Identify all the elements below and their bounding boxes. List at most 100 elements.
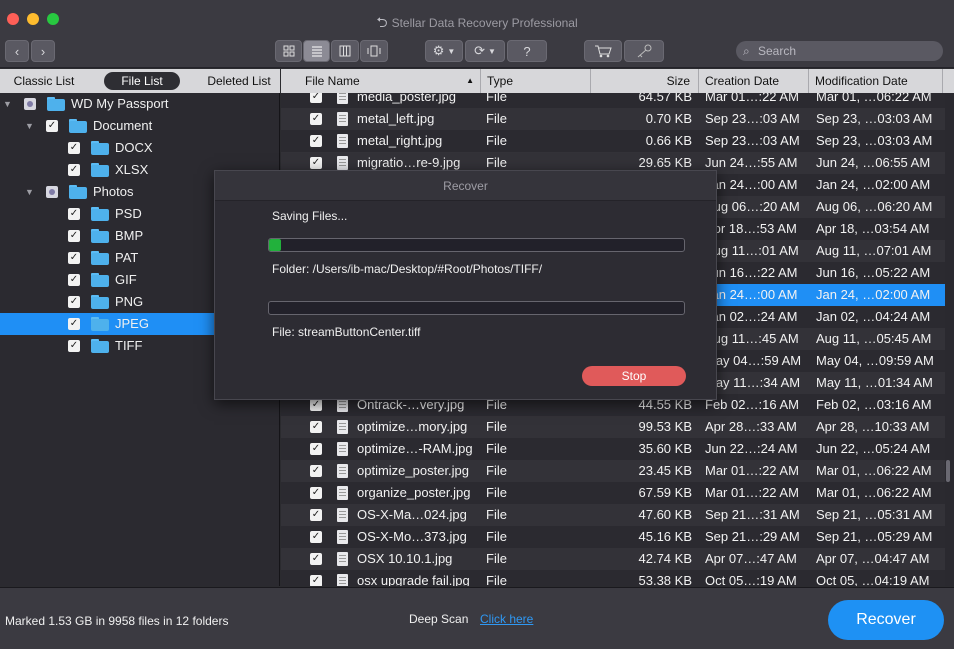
nav-forward-button[interactable]: › [31, 40, 55, 62]
tree-checkbox[interactable]: ✓ [68, 164, 80, 176]
disclosure-triangle-icon[interactable]: ▼ [25, 115, 34, 137]
row-checkbox[interactable]: ✓ [310, 465, 322, 477]
deep-scan-link[interactable]: Click here [480, 612, 533, 626]
column-header-file-name[interactable]: File Name ▲ [281, 69, 481, 93]
icon-view-button[interactable] [275, 40, 302, 62]
tree-item-label: JPEG [115, 316, 149, 331]
chevron-right-icon: › [40, 43, 46, 59]
file-name-cell: organize_poster.jpg [357, 485, 471, 500]
tree-checkbox[interactable]: ✓ [46, 120, 58, 132]
tree-checkbox[interactable]: ✓ [68, 274, 80, 286]
creation-date-cell: Apr 28…:33 AM [705, 419, 797, 434]
tree-item-wd-my-passport[interactable]: ▼ WD My Passport [0, 93, 280, 115]
row-checkbox[interactable]: ✓ [310, 509, 322, 521]
table-row[interactable]: ✓ media_poster.jpg File 64.57 KB Mar 01…:22 … [281, 93, 945, 108]
file-type-cell: File [486, 529, 507, 544]
modification-date-cell: Jan 24, …02:00 AM [816, 177, 931, 192]
tree-item-label: Photos [93, 184, 134, 199]
tree-checkbox[interactable]: ✓ [68, 318, 80, 330]
table-row[interactable]: ✓ optimize…-RAM.jpg File 35.60 KB Jun 22…:24… [281, 438, 945, 460]
table-vertical-scrollbar[interactable] [946, 460, 950, 482]
file-type-cell: File [486, 463, 507, 478]
tree-item-label: PNG [115, 294, 144, 309]
document-icon [337, 464, 348, 478]
list-view-button[interactable] [303, 40, 330, 62]
document-icon [337, 134, 348, 148]
scan-history-menu-button[interactable]: ⟳ ▼ [465, 40, 505, 62]
modification-date-cell: Sep 23, …03:03 AM [816, 133, 933, 148]
table-row[interactable]: ✓ OS-X-Mo…373.jpg File 45.16 KB Sep 21…:29 A… [281, 526, 945, 548]
folder-icon [91, 163, 109, 177]
table-row[interactable]: ✓ osx upgrade fail.jpg File 53.38 KB Oct 05…… [281, 570, 945, 586]
recover-button[interactable]: Recover [828, 600, 944, 640]
modification-date-cell: Aug 11, …05:45 AM [816, 331, 932, 346]
tree-checkbox[interactable]: ✓ [68, 230, 80, 242]
tree-checkbox[interactable] [24, 98, 36, 110]
creation-date-cell: Aug 11…:45 AM [705, 331, 799, 346]
nav-back-button[interactable]: ‹ [5, 40, 29, 62]
file-name-cell: optimize…-RAM.jpg [357, 441, 473, 456]
tab-deleted-list[interactable]: Deleted List [200, 72, 278, 90]
table-row[interactable]: ✓ metal_right.jpg File 0.66 KB Sep 23…:03 AM… [281, 130, 945, 152]
row-checkbox[interactable]: ✓ [310, 487, 322, 499]
tree-item-label: XLSX [115, 162, 149, 177]
row-checkbox[interactable]: ✓ [310, 399, 322, 411]
folder-icon [69, 119, 87, 133]
cart-icon [595, 45, 612, 58]
column-header-creation-date[interactable]: Creation Date [699, 69, 809, 93]
tab-file-list[interactable]: File List [104, 72, 180, 90]
column-view-button[interactable] [331, 40, 359, 62]
modification-date-cell: Aug 06, …06:20 AM [816, 199, 933, 214]
overall-progress-fill [269, 239, 282, 251]
stop-button[interactable]: Stop [582, 366, 686, 386]
settings-menu-button[interactable]: ⚙ ▼ [425, 40, 463, 62]
column-header-size[interactable]: Size [591, 69, 699, 93]
tree-checkbox[interactable] [46, 186, 58, 198]
creation-date-cell: Mar 01…:22 AM [705, 485, 799, 500]
disclosure-triangle-icon[interactable]: ▼ [3, 93, 12, 115]
table-row[interactable]: ✓ metal_left.jpg File 0.70 KB Sep 23…:03 AM S… [281, 108, 945, 130]
coverflow-view-button[interactable] [360, 40, 388, 62]
table-row[interactable]: ✓ organize_poster.jpg File 67.59 KB Mar 01…:… [281, 482, 945, 504]
history-icon: ⟳ [474, 43, 485, 58]
row-checkbox[interactable]: ✓ [310, 443, 322, 455]
tree-checkbox[interactable]: ✓ [68, 340, 80, 352]
table-row[interactable]: ✓ OSX 10.10.1.jpg File 42.74 KB Apr 07…:47 A… [281, 548, 945, 570]
tab-classic-list[interactable]: Classic List [6, 72, 82, 90]
document-icon [337, 398, 348, 412]
file-size-cell: 64.57 KB [638, 93, 693, 104]
table-row[interactable]: ✓ optimize_poster.jpg File 23.45 KB Mar 01…:… [281, 460, 945, 482]
row-checkbox[interactable]: ✓ [310, 421, 322, 433]
disclosure-triangle-icon[interactable]: ▼ [25, 181, 34, 203]
dialog-title: Recover [215, 171, 716, 201]
table-row[interactable]: ✓ OS-X-Ma…024.jpg File 47.60 KB Sep 21…:31 A… [281, 504, 945, 526]
tree-checkbox[interactable]: ✓ [68, 208, 80, 220]
buy-button[interactable] [584, 40, 622, 62]
tree-item-docx[interactable]: ✓ DOCX [0, 137, 280, 159]
tree-checkbox[interactable]: ✓ [68, 142, 80, 154]
search-placeholder: Search [758, 44, 797, 58]
tree-item-document[interactable]: ▼ ✓ Document [0, 115, 280, 137]
column-header-type[interactable]: Type [481, 69, 591, 93]
document-icon [337, 156, 348, 170]
tree-checkbox[interactable]: ✓ [68, 296, 80, 308]
dropdown-arrow-icon: ▼ [447, 46, 456, 56]
table-row[interactable]: ✓ optimize…mory.jpg File 99.53 KB Apr 28…:33… [281, 416, 945, 438]
search-input[interactable]: ⌕ Search [736, 41, 943, 61]
row-checkbox[interactable]: ✓ [310, 531, 322, 543]
tree-item-label: BMP [115, 228, 144, 243]
row-checkbox[interactable]: ✓ [310, 575, 322, 586]
columns-icon [339, 45, 351, 57]
file-type-cell: File [486, 133, 507, 148]
row-checkbox[interactable]: ✓ [310, 157, 322, 169]
row-checkbox[interactable]: ✓ [310, 553, 322, 565]
row-checkbox[interactable]: ✓ [310, 113, 322, 125]
activate-button[interactable] [624, 40, 664, 62]
grid-icon [283, 45, 294, 57]
row-checkbox[interactable]: ✓ [310, 135, 322, 147]
row-checkbox[interactable]: ✓ [310, 93, 322, 103]
column-header-modification-date[interactable]: Modification Date [809, 69, 943, 93]
tree-checkbox[interactable]: ✓ [68, 252, 80, 264]
help-button[interactable]: ? [507, 40, 547, 62]
file-size-cell: 0.66 KB [645, 133, 692, 148]
